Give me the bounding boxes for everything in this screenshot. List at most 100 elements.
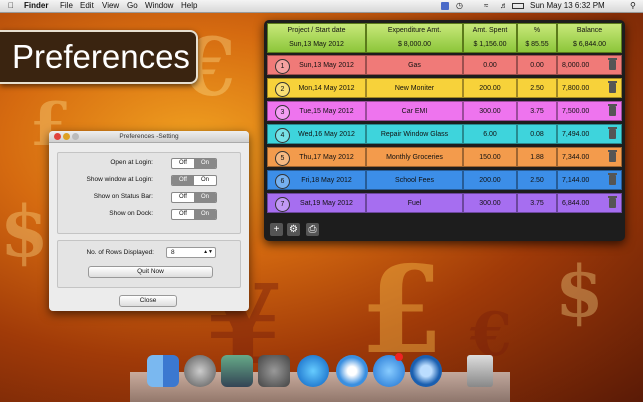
cell-pct[interactable]: 0.08 xyxy=(517,124,557,144)
rows-displayed-select[interactable]: 8 ▲▼ xyxy=(166,247,216,258)
header-balance[interactable]: Balance $ 6,844.00 xyxy=(557,23,622,53)
cell-date[interactable]: Wed,16 May 2012 4 xyxy=(267,124,366,144)
cell-pct[interactable]: 1.88 xyxy=(517,147,557,167)
show-on-status-bar-toggle[interactable]: Off On xyxy=(171,192,217,203)
add-icon[interactable]: + xyxy=(270,223,283,236)
cell-item[interactable]: Monthly Groceries xyxy=(366,147,463,167)
itunes-icon[interactable] xyxy=(297,355,329,387)
cell-spent[interactable]: 200.00 xyxy=(463,170,517,190)
table-row[interactable]: Sat,19 May 2012 7 Fuel 300.00 3.75 6,844.00 xyxy=(267,193,622,213)
cell-item[interactable]: New Moniter xyxy=(366,78,463,98)
wifi-icon[interactable]: ≈ xyxy=(484,0,488,12)
trash-icon[interactable] xyxy=(608,150,617,162)
close-window-icon[interactable] xyxy=(54,133,61,140)
cell-item[interactable]: Fuel xyxy=(366,193,463,213)
menu-edit[interactable]: Edit xyxy=(80,0,94,12)
quicktime-icon[interactable] xyxy=(410,355,442,387)
cell-spent[interactable]: 6.00 xyxy=(463,124,517,144)
cell-date[interactable]: Tue,15 May 2012 3 xyxy=(267,101,366,121)
trash-icon[interactable] xyxy=(608,127,617,139)
toggle-on[interactable]: On xyxy=(194,193,216,202)
photo-app-icon[interactable] xyxy=(221,355,253,387)
cell-date[interactable]: Sat,19 May 2012 7 xyxy=(267,193,366,213)
cell-balance[interactable]: 7,500.00 xyxy=(557,101,622,121)
header-expenditure[interactable]: Expenditure Amt. $ 8,000.00 xyxy=(366,23,463,53)
table-row[interactable]: Thu,17 May 2012 5 Monthly Groceries 150.00 1… xyxy=(267,147,622,167)
header-amt-spent[interactable]: Amt. Spent $ 1,156.00 xyxy=(463,23,517,53)
toggle-on[interactable]: On xyxy=(194,210,216,219)
open-at-login-toggle[interactable]: Off On xyxy=(171,158,217,169)
trash-icon[interactable] xyxy=(608,173,617,185)
cell-balance[interactable]: 7,144.00 xyxy=(557,170,622,190)
cell-balance[interactable]: 6,844.00 xyxy=(557,193,622,213)
toggle-off[interactable]: Off xyxy=(172,159,194,168)
finder-icon[interactable] xyxy=(147,355,179,387)
apple-menu-icon[interactable]:  xyxy=(8,0,14,12)
menu-app-name[interactable]: Finder xyxy=(24,0,48,12)
menu-go[interactable]: Go xyxy=(127,0,138,12)
header-project[interactable]: Project / Start date Sun,13 May 2012 xyxy=(267,23,366,53)
trash-icon[interactable] xyxy=(608,81,617,93)
cell-pct[interactable]: 0.00 xyxy=(517,55,557,75)
cell-item[interactable]: School Fees xyxy=(366,170,463,190)
cell-spent[interactable]: 150.00 xyxy=(463,147,517,167)
menu-view[interactable]: View xyxy=(102,0,119,12)
zoom-window-icon[interactable] xyxy=(72,133,79,140)
toggle-on[interactable]: On xyxy=(194,159,216,168)
table-row[interactable]: Sun,13 May 2012 1 Gas 0.00 0.00 8,000.00 xyxy=(267,55,622,75)
show-on-dock-toggle[interactable]: Off On xyxy=(171,209,217,220)
window-title-bar[interactable]: Preferences -Setting xyxy=(49,131,249,143)
toggle-on[interactable]: On xyxy=(194,176,216,185)
trash-icon[interactable] xyxy=(608,58,617,70)
background-symbol: $ xyxy=(555,250,604,333)
header-percent[interactable]: % $ 85.55 xyxy=(517,23,557,53)
toggle-off[interactable]: Off xyxy=(172,176,194,185)
table-row[interactable]: Mon,14 May 2012 2 New Moniter 200.00 2.50 7,8… xyxy=(267,78,622,98)
table-row[interactable]: Wed,16 May 2012 4 Repair Window Glass 6.00 0… xyxy=(267,124,622,144)
trash-icon[interactable] xyxy=(608,104,617,116)
menu-file[interactable]: File xyxy=(60,0,73,12)
cell-balance[interactable]: 7,800.00 xyxy=(557,78,622,98)
launchpad-icon[interactable] xyxy=(184,355,216,387)
cell-pct[interactable]: 3.75 xyxy=(517,193,557,213)
toggle-off[interactable]: Off xyxy=(172,193,194,202)
system-preferences-icon[interactable] xyxy=(258,355,290,387)
trash-icon[interactable] xyxy=(608,196,617,208)
trash-icon[interactable] xyxy=(467,355,493,387)
toggle-off[interactable]: Off xyxy=(172,210,194,219)
cell-spent[interactable]: 200.00 xyxy=(463,78,517,98)
safari-icon[interactable] xyxy=(336,355,368,387)
cell-pct[interactable]: 2.50 xyxy=(517,78,557,98)
cell-spent[interactable]: 300.00 xyxy=(463,101,517,121)
spotlight-icon[interactable]: ⚲ xyxy=(630,0,636,12)
cell-spent[interactable]: 300.00 xyxy=(463,193,517,213)
cell-date[interactable]: Mon,14 May 2012 2 xyxy=(267,78,366,98)
cell-item[interactable]: Car EMI xyxy=(366,101,463,121)
menu-window[interactable]: Window xyxy=(145,0,173,12)
table-row[interactable]: Tue,15 May 2012 3 Car EMI 300.00 3.75 7,500.0… xyxy=(267,101,622,121)
cell-pct[interactable]: 3.75 xyxy=(517,101,557,121)
volume-icon[interactable]: ♬ xyxy=(500,0,508,12)
gear-icon[interactable]: ⚙ xyxy=(287,223,300,236)
menu-clock[interactable]: Sun May 13 6:32 PM xyxy=(530,0,605,12)
time-machine-icon[interactable]: ◷ xyxy=(456,0,463,12)
cell-balance[interactable]: 7,494.00 xyxy=(557,124,622,144)
show-window-at-login-toggle[interactable]: Off On xyxy=(171,175,217,186)
cell-balance[interactable]: 7,344.00 xyxy=(557,147,622,167)
cell-date[interactable]: Sun,13 May 2012 1 xyxy=(267,55,366,75)
menu-help[interactable]: Help xyxy=(181,0,197,12)
status-app-icon[interactable] xyxy=(441,2,449,10)
quit-now-button[interactable]: Quit Now xyxy=(88,266,213,278)
cell-item[interactable]: Repair Window Glass xyxy=(366,124,463,144)
cell-item[interactable]: Gas xyxy=(366,55,463,75)
print-icon[interactable]: ⎙ xyxy=(306,223,319,236)
close-button[interactable]: Close xyxy=(119,295,177,307)
cell-spent[interactable]: 0.00 xyxy=(463,55,517,75)
cell-balance[interactable]: 8,000.00 xyxy=(557,55,622,75)
minimize-window-icon[interactable] xyxy=(63,133,70,140)
cell-date[interactable]: Thu,17 May 2012 5 xyxy=(267,147,366,167)
cell-pct[interactable]: 2.50 xyxy=(517,170,557,190)
battery-icon[interactable] xyxy=(512,3,524,9)
cell-date[interactable]: Fri,18 May 2012 6 xyxy=(267,170,366,190)
table-row[interactable]: Fri,18 May 2012 6 School Fees 200.00 2.50 7,1… xyxy=(267,170,622,190)
